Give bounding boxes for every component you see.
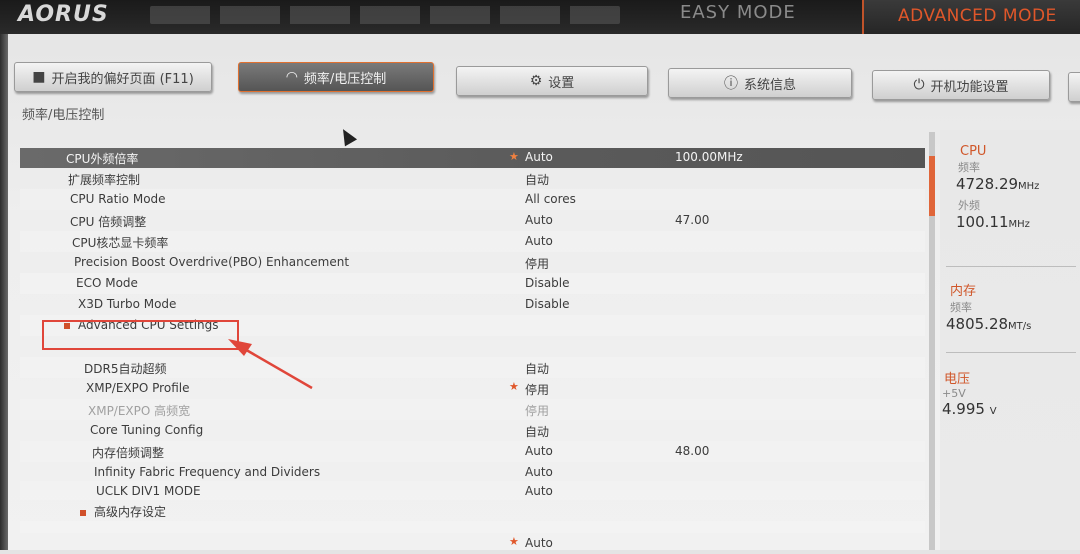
cpu-title: CPU <box>960 144 987 159</box>
scrollbar-thumb[interactable] <box>929 156 935 216</box>
cpu-monitor: CPU 频率 4728.29MHz 外频 100.11MHz <box>940 144 1080 231</box>
voltage-rail-unit: V <box>989 406 997 417</box>
voltage-title: 电压 <box>944 372 971 387</box>
cpu-bclk-unit: MHz <box>1008 219 1030 230</box>
memory-freq-value: 4805.28 <box>946 315 1009 333</box>
cpu-freq-unit: MHz <box>1018 181 1040 192</box>
voltage-rail-value: 4.995 <box>942 400 985 418</box>
memory-freq-unit: MT/s <box>1008 321 1032 332</box>
memory-monitor: 内存 频率 4805.28MT/s <box>940 280 1080 333</box>
memory-freq-label: 频率 <box>950 301 972 314</box>
voltage-monitor: 电压 +5V 4.995 V <box>940 368 1080 418</box>
cpu-freq-value: 4728.29 <box>956 175 1019 193</box>
cpu-bclk-label: 外频 <box>958 199 980 212</box>
voltage-rail-label: +5V <box>942 387 966 400</box>
cpu-bclk-value: 100.11 <box>956 213 1009 231</box>
scrollbar[interactable] <box>929 132 935 550</box>
divider <box>946 266 1076 267</box>
memory-title: 内存 <box>950 284 977 299</box>
cpu-freq-label: 频率 <box>958 161 980 174</box>
divider <box>946 352 1076 353</box>
hardware-monitor-panel: CPU 频率 4728.29MHz 外频 100.11MHz 内存 频率 480… <box>940 130 1080 550</box>
annotation-arrow-icon <box>228 339 313 390</box>
